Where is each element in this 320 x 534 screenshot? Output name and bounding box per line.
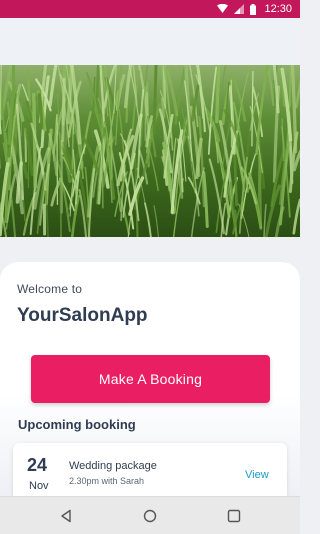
status-time: 12:30 <box>264 3 292 15</box>
back-icon[interactable] <box>57 507 75 525</box>
upcoming-booking-title: Upcoming booking <box>18 417 136 432</box>
hero-grass-image <box>0 65 300 237</box>
make-booking-button[interactable]: Make A Booking <box>31 355 270 403</box>
grass-blade <box>59 171 63 237</box>
grass-blade <box>152 65 158 135</box>
booking-month: Nov <box>29 480 49 492</box>
booking-time: 2.30pm with Sarah <box>69 476 145 486</box>
grass-blade <box>292 198 300 235</box>
status-bar: 12:30 <box>0 0 300 18</box>
grass-blade <box>290 65 298 154</box>
booking-day: 24 <box>27 455 48 475</box>
grass-blade <box>153 205 160 237</box>
app-bar <box>0 18 300 65</box>
grass-blade <box>31 92 37 189</box>
grass-blade <box>295 79 300 109</box>
grass-blade <box>170 129 184 214</box>
grass-blade <box>241 125 252 212</box>
grass-blade <box>251 71 254 147</box>
grass-blade <box>207 66 218 155</box>
navigation-bar <box>0 496 300 534</box>
grass-blade <box>198 115 206 208</box>
content-sheet: Welcome to YourSalonApp Make A Booking U… <box>0 262 300 503</box>
battery-icon <box>250 3 257 15</box>
wifi-icon <box>217 4 229 14</box>
view-booking-link[interactable]: View <box>245 469 269 481</box>
grass-blade <box>288 65 292 107</box>
booking-service: Wedding package <box>69 460 157 472</box>
signal-icon <box>234 4 245 14</box>
booking-card[interactable]: 24 Nov Wedding package 2.30pm with Sarah… <box>13 443 287 503</box>
grass-blade <box>50 177 63 207</box>
recents-icon[interactable] <box>225 507 243 525</box>
home-icon[interactable] <box>141 507 159 525</box>
app-name-heading: YourSalonApp <box>17 305 148 326</box>
welcome-text: Welcome to <box>17 282 83 296</box>
